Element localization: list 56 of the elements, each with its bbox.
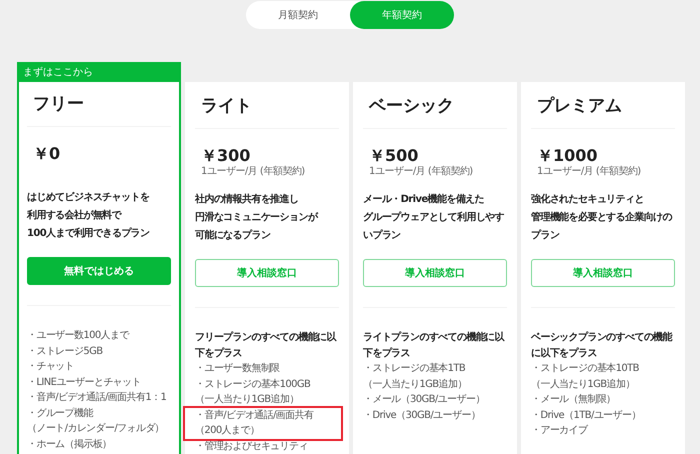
plan-cta-button[interactable]: 無料ではじめる <box>27 257 171 285</box>
plan-description: 強化されたセキュリティと <box>531 192 644 207</box>
feature-item: ・ユーザー数100人まで <box>27 329 130 343</box>
plan-description: メール・Drive機能を備えた <box>363 192 484 207</box>
feature-item: （ノート/カレンダー/フォルダ） <box>27 422 166 436</box>
feature-lead: フリープランのすべての機能に以下をプラス <box>195 330 338 360</box>
plan-name: フリー <box>27 82 171 127</box>
feature-item: （一人当たり1GB追加） <box>531 378 636 392</box>
plan-name: ベーシック <box>363 84 507 129</box>
feature-item: （一人当たり1GB追加） <box>195 392 300 407</box>
plan-description: 100人まで利用できるプラン <box>27 226 150 241</box>
plan-badge: まずはここから <box>17 62 181 82</box>
plan-description: 社内の情報共有を推進し <box>195 192 298 207</box>
feature-item: ・Drive（30GB/ユーザー） <box>363 408 482 422</box>
plan-description: 可能になるプラン <box>195 228 270 243</box>
billing-tab[interactable]: 月額契約 <box>246 1 350 29</box>
feature-item: ・ユーザー数無制限 <box>195 362 281 376</box>
price-unit: 1ユーザー/月 (年額契約) <box>201 165 306 179</box>
plan-cta-button[interactable]: 導入相談窓口 <box>195 259 339 287</box>
plan-cta-button[interactable]: 導入相談窓口 <box>363 259 507 287</box>
plan-description: 円滑なコミュニケーションが <box>195 210 318 225</box>
plan-price: ￥300 <box>201 147 252 165</box>
feature-item: ・Drive（1TB/ユーザー） <box>531 408 642 422</box>
plan-description: はじめてビジネスチャットを <box>27 190 150 205</box>
feature-item: ・LINEユーザーとチャット <box>27 376 142 390</box>
feature-lead: ライトプランのすべての機能に以下をプラス <box>363 330 506 360</box>
feature-lead: ベーシックプランのすべての機能に以下をプラス <box>531 330 674 360</box>
feature-item: ・管理およびセキュリティ <box>195 440 309 454</box>
plan-price: ￥0 <box>33 145 62 163</box>
feature-item: ・ストレージの基本10TB <box>531 362 640 376</box>
plan-description: プラン <box>531 228 560 243</box>
feature-item: ・ストレージの基本100GB <box>195 378 312 392</box>
plan-name: ライト <box>195 84 339 129</box>
plan-description: 管理機能を必要とする企業向けの <box>531 210 672 225</box>
plan-description: いプラン <box>363 228 401 243</box>
plan-cta-button[interactable]: 導入相談窓口 <box>531 259 675 287</box>
feature-item: （一人当たり1GB追加） <box>363 378 468 392</box>
price-unit: 1ユーザー/月 (年額契約) <box>537 165 642 179</box>
feature-item: ・ストレージの基本1TB <box>363 362 466 376</box>
plan-name: プレミアム <box>531 84 675 129</box>
feature-item: （200人まで） <box>195 424 260 438</box>
feature-item: ・ストレージ5GB <box>27 344 104 358</box>
plan-description: グループウェアとして利用しやす <box>363 210 504 225</box>
feature-item: ・チャット <box>27 360 76 374</box>
feature-item: ・メール（無制限） <box>531 392 617 407</box>
billing-tab[interactable]: 年額契約 <box>350 1 454 29</box>
plan-price: ￥500 <box>369 147 420 165</box>
plan-description: 利用する会社が無料で <box>27 208 122 223</box>
feature-item: ・音声/ビデオ通話/画面共有 <box>195 408 314 422</box>
feature-item: ・アーカイブ <box>531 424 589 438</box>
price-unit: 1ユーザー/月 (年額契約) <box>369 165 474 179</box>
feature-item: ・グループ機能 <box>27 406 94 420</box>
feature-item: ・ホーム（掲示板） <box>27 438 113 452</box>
feature-item: ・メール（30GB/ユーザー） <box>363 393 486 407</box>
feature-item: ・音声/ビデオ通話/画面共有1：1 <box>27 390 168 405</box>
plan-price: ￥1000 <box>537 147 599 165</box>
